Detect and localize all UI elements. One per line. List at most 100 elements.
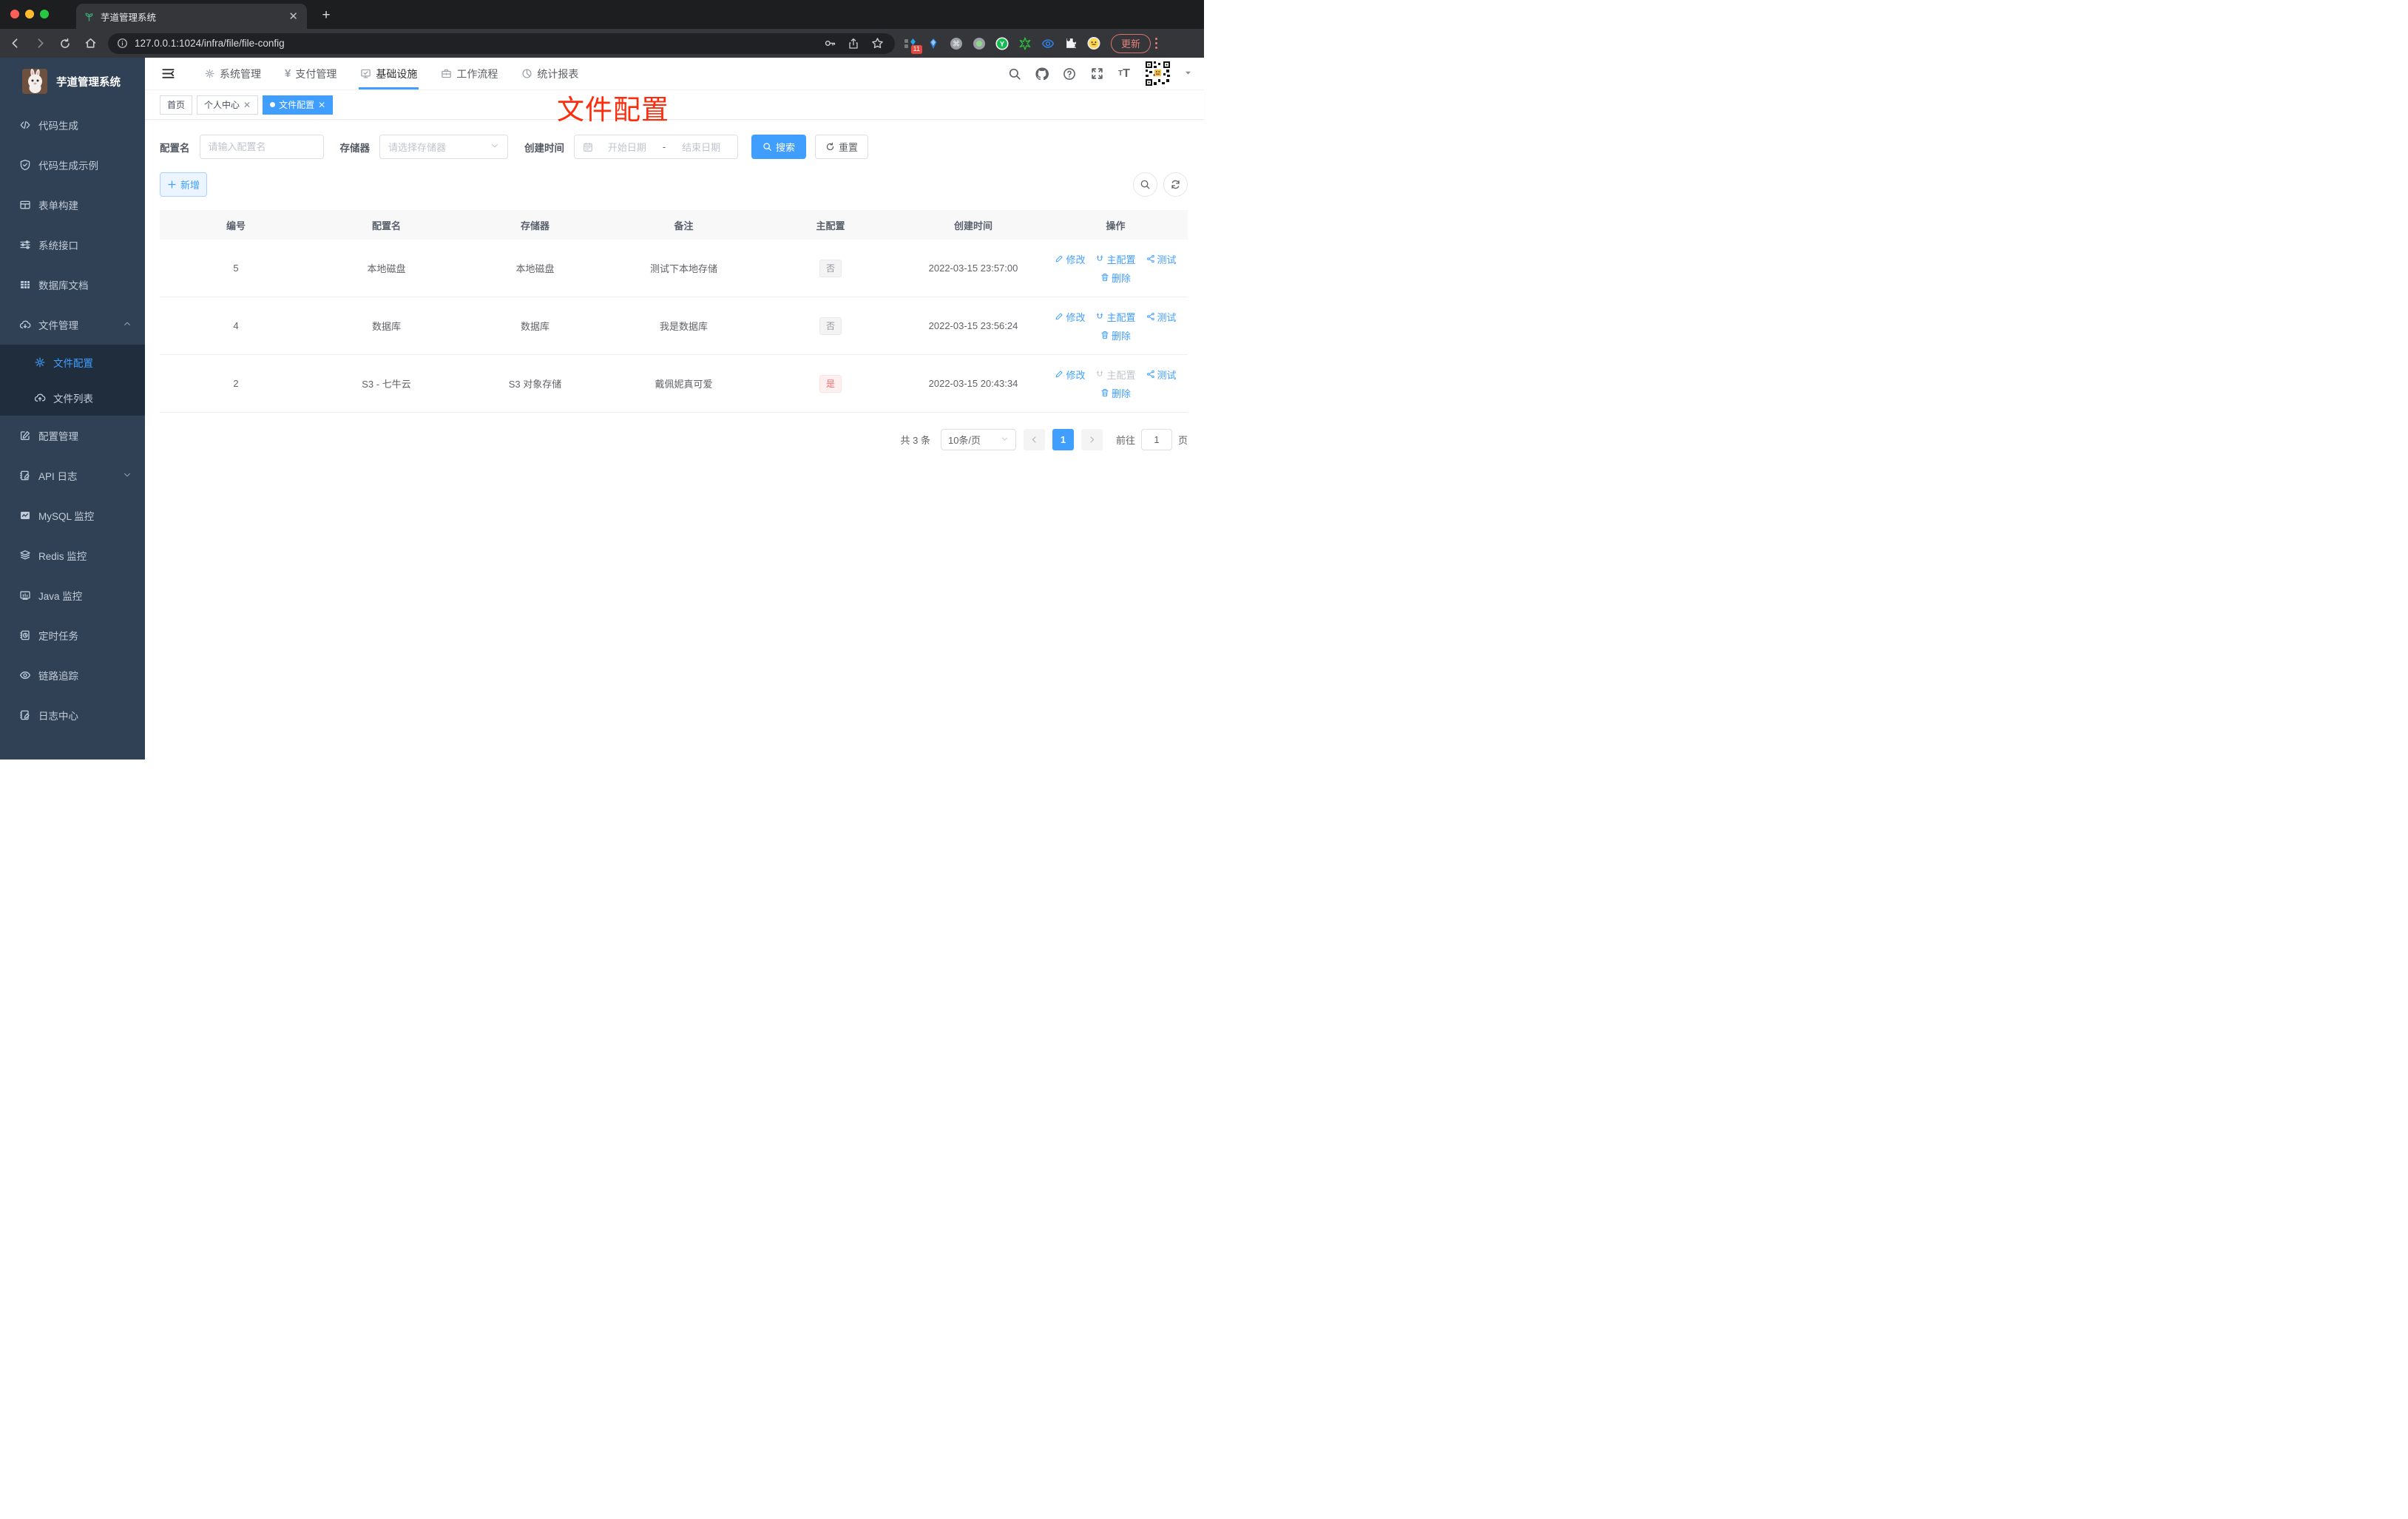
browser-tab[interactable]: 芋道管理系统 ✕ [76,4,307,29]
font-size-icon[interactable]: TT [1117,67,1132,81]
config-name-field[interactable] [199,135,324,159]
site-info-icon[interactable] [117,38,128,49]
minimize-window-button[interactable] [25,10,34,18]
prev-page-button[interactable] [1023,429,1045,450]
maximize-window-button[interactable] [40,10,49,18]
sidebar-item-log-center[interactable]: 日志中心 [0,695,145,735]
sidebar-item-form-builder[interactable]: 表单构建 [0,185,145,225]
search-button[interactable]: 搜索 [751,135,806,159]
sidebar-item-file-list[interactable]: 文件列表 [0,380,145,416]
github-icon[interactable] [1035,67,1049,81]
browser-titlebar: 芋道管理系统 ✕ + [0,0,1204,29]
password-key-icon[interactable] [821,35,839,53]
goto-page-input[interactable] [1141,430,1171,450]
goto-page-field[interactable] [1140,429,1172,450]
storage-select[interactable]: 请选择存储器 [379,135,508,159]
edit-link[interactable]: 修改 [1055,252,1085,266]
sidebar-item-config-mgmt[interactable]: 配置管理 [0,416,145,456]
sidebar-item-db-doc[interactable]: 数据库文档 [0,265,145,305]
page-number-current[interactable]: 1 [1052,429,1074,450]
nav-item-reports[interactable]: 统计报表 [510,58,590,89]
sidebar-item-java-monitor[interactable]: Java 监控 [0,575,145,615]
back-button[interactable] [4,33,25,54]
master-link[interactable]: 主配置 [1095,310,1136,324]
date-range-picker[interactable]: 开始日期 - 结束日期 [574,135,738,159]
reload-button[interactable] [55,33,75,54]
reset-button[interactable]: 重置 [815,135,868,159]
cell-storage: 数据库 [520,321,549,332]
extension-record-icon[interactable] [973,37,986,50]
tag-close-icon[interactable]: ✕ [243,100,251,110]
delete-link[interactable]: 删除 [1100,271,1131,285]
table-refresh-button[interactable] [1163,172,1188,197]
sidebar-collapse-icon[interactable] [160,66,176,82]
edit-link[interactable]: 修改 [1055,368,1085,382]
search-icon[interactable] [1007,67,1022,81]
sidebar-item-redis-monitor[interactable]: Redis 监控 [0,535,145,575]
new-tab-button[interactable]: + [317,6,336,25]
address-bar[interactable]: 127.0.0.1:1024/infra/file/file-config [108,33,895,54]
test-label: 测试 [1157,254,1177,265]
config-name-input[interactable] [208,141,315,152]
cell-actions: 修改 主配置 测试 删除 [1044,368,1188,400]
test-link[interactable]: 测试 [1146,310,1177,324]
sidebar-item-code-gen[interactable]: 代码生成 [0,105,145,145]
sidebar-item-file-mgmt[interactable]: 文件管理 [0,305,145,345]
add-button[interactable]: 新增 [160,172,207,197]
qr-avatar[interactable] [1144,60,1171,87]
nav-item-system[interactable]: 系统管理 [192,58,273,89]
browser-menu-icon[interactable] [1155,38,1158,49]
tab-close-icon[interactable]: ✕ [287,10,300,23]
master-link[interactable]: 主配置 [1095,252,1136,266]
tag-file-config[interactable]: 文件配置 ✕ [263,95,334,115]
share-icon[interactable] [845,35,862,53]
nav-item-workflow[interactable]: 工作流程 [429,58,510,89]
tag-profile[interactable]: 个人中心 ✕ [197,95,259,115]
avatar-dropdown-caret-icon[interactable] [1184,68,1192,79]
nav-item-payment[interactable]: ¥ 支付管理 [273,58,348,89]
fullscreen-icon[interactable] [1089,67,1104,81]
select-caret-icon [1001,434,1009,445]
delete-link[interactable]: 删除 [1100,328,1131,342]
sidebar-item-file-config[interactable]: 文件配置 [0,345,145,380]
sidebar-item-system-api[interactable]: 系统接口 [0,225,145,265]
help-icon[interactable] [1062,67,1077,81]
svg-text:⌘: ⌘ [953,40,960,48]
sidebar-item-code-demo[interactable]: 代码生成示例 [0,145,145,185]
start-date-placeholder[interactable]: 开始日期 [599,140,655,154]
test-link[interactable]: 测试 [1146,368,1177,382]
sidebar-item-mysql-monitor[interactable]: MySQL 监控 [0,495,145,535]
sidebar-item-label: 文件列表 [53,393,93,405]
table-search-toggle-button[interactable] [1133,172,1157,197]
tag-close-icon[interactable]: ✕ [318,100,325,110]
browser-update-button[interactable]: 更新 [1111,33,1151,53]
extension-y-icon[interactable]: Y [995,36,1009,50]
pagination-goto: 前往 页 [1116,429,1188,450]
extension-puzzle-icon[interactable] [1064,37,1078,50]
sidebar-item-label: 文件管理 [38,320,78,331]
extension-emoji-icon[interactable] [1087,36,1100,50]
forward-button[interactable] [30,33,50,54]
bookmark-star-icon[interactable] [868,35,886,53]
edit-link[interactable]: 修改 [1055,310,1085,324]
extension-star-icon[interactable] [1018,36,1032,50]
sidebar-item-api-log[interactable]: API 日志 [0,456,145,495]
home-button[interactable] [80,33,101,54]
select-caret-icon [490,141,499,152]
page-size-select[interactable]: 10条/页 [940,429,1016,450]
sidebar-item-scheduled-tasks[interactable]: 定时任务 [0,615,145,655]
test-link[interactable]: 测试 [1146,252,1177,266]
delete-link[interactable]: 删除 [1100,386,1131,400]
extension-eye-icon[interactable] [1041,37,1055,50]
extension-grid-icon[interactable]: 11 [904,37,922,54]
nav-item-infrastructure[interactable]: 基础设施 [348,58,429,89]
sidebar-logo[interactable]: 芋道管理系统 [0,58,145,105]
extension-pin-icon[interactable] [927,37,940,50]
close-window-button[interactable] [10,10,19,18]
extension-command-icon[interactable]: ⌘ [950,37,963,50]
sidebar-item-tracing[interactable]: 链路追踪 [0,655,145,695]
reset-button-label: 重置 [838,142,858,153]
end-date-placeholder[interactable]: 结束日期 [673,140,729,154]
tag-home[interactable]: 首页 [160,95,193,115]
next-page-button[interactable] [1080,429,1103,450]
